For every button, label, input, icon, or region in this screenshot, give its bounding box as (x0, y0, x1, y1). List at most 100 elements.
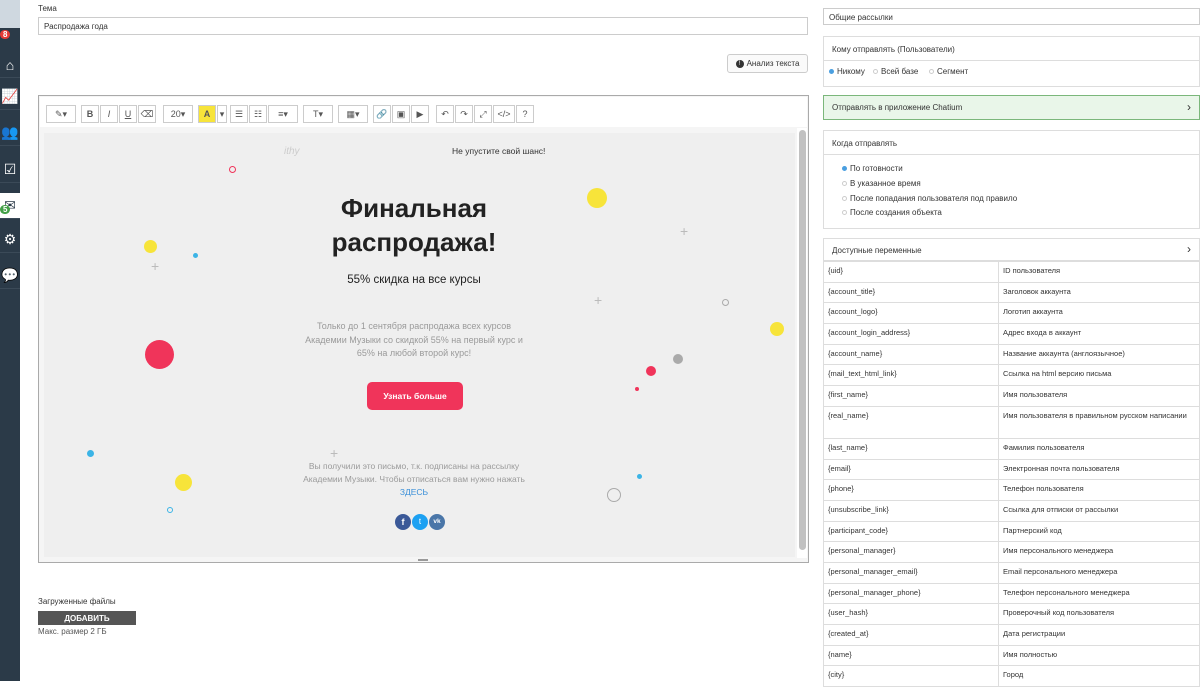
help-button[interactable]: ? (516, 105, 534, 123)
variable-description: Логотип аккаунта (998, 302, 1200, 325)
footer-line-2: Академии Музыки. Чтобы отписаться вам ну… (303, 474, 525, 484)
radio-icon (829, 69, 834, 75)
editor-scroll-thumb[interactable] (799, 130, 806, 550)
when-option-rule[interactable]: После попадания пользователя под правило (842, 194, 1017, 203)
variables-panel-header[interactable]: Доступные переменные › (823, 238, 1200, 261)
twitter-icon[interactable]: t (412, 514, 428, 530)
text-type-label: T (312, 109, 319, 119)
headline-line-2: распродажа! (331, 227, 497, 257)
recipient-option-label: Сегмент (937, 67, 969, 76)
when-option-label: В указанное время (850, 179, 921, 188)
variable-key: {mail_text_html_link} (823, 364, 999, 387)
variable-key: {created_at} (823, 624, 999, 646)
settings-icon[interactable]: ⚙ (0, 227, 20, 253)
editor-scrollbar[interactable] (797, 128, 807, 558)
users-icon[interactable]: 👥 (0, 120, 20, 146)
chatium-app-panel[interactable]: Отправлять в приложение Chatium › (823, 95, 1200, 120)
recipient-option-none[interactable]: Никому (829, 67, 865, 76)
variable-description: Телефон пользователя (998, 479, 1200, 501)
variables-title: Доступные переменные (832, 246, 922, 255)
footer-line-1: Вы получили это письмо, т.к. подписаны н… (308, 461, 520, 471)
decor-dot-red-large (145, 340, 174, 369)
radio-icon (873, 69, 878, 75)
decor-dot-yellow (175, 474, 192, 491)
variable-description: Телефон персонального менеджера (998, 582, 1200, 605)
analyze-text-button[interactable]: ! Анализ текста (727, 54, 808, 73)
variable-row: {account_title} Заголовок аккаунта (823, 281, 1200, 304)
radio-icon (842, 166, 847, 172)
when-option-time[interactable]: В указанное время (842, 179, 921, 188)
variable-key: {account_logo} (823, 302, 999, 325)
variable-description: Город (998, 665, 1200, 687)
chart-icon[interactable]: 📈 (0, 84, 20, 110)
font-size-select[interactable]: 20 ▾ (163, 105, 193, 123)
category-select-value: Общие рассылки (829, 13, 893, 22)
eraser-icon[interactable]: ⌫ (138, 105, 156, 123)
variable-key: {real_name} (823, 405, 999, 439)
image-icon[interactable]: ▣ (392, 105, 410, 123)
when-option-object[interactable]: После создания объекта (842, 208, 942, 217)
underline-button[interactable]: U (119, 105, 137, 123)
undo-icon[interactable]: ↶ (436, 105, 454, 123)
chatium-app-label: Отправлять в приложение Chatium (832, 103, 963, 112)
email-subheadline: 55% скидка на все курсы (347, 274, 481, 286)
decor-plus: + (330, 445, 339, 461)
redo-icon[interactable]: ↷ (455, 105, 473, 123)
home-icon[interactable]: ⌂ (0, 52, 20, 78)
recipient-option-label: Никому (837, 67, 865, 76)
variable-row: {account_logo} Логотип аккаунта (823, 302, 1200, 325)
highlight-dropdown-button[interactable]: ▾ (217, 105, 227, 123)
table-icon[interactable]: ▦▾ (338, 105, 368, 123)
chevron-right-icon: › (1187, 100, 1191, 114)
variable-row: {city} Город (823, 665, 1200, 687)
code-view-icon[interactable]: </> (493, 105, 515, 123)
email-editor[interactable]: ✎▾ B I U ⌫ 20 ▾ A ▾ ☰ ☷ ≡▾ T ▾ ▦▾ 🔗 ▣ ▶ ↶ … (38, 95, 809, 563)
variable-row: {last_name} Фамилия пользователя (823, 437, 1200, 460)
decor-dot-red-small (635, 387, 639, 391)
variable-row: {first_name} Имя пользователя (823, 385, 1200, 407)
subject-label: Тема (38, 4, 57, 13)
link-icon[interactable]: 🔗 (373, 105, 391, 123)
variable-description: Фамилия пользователя (998, 437, 1200, 460)
variable-description: Проверочный код пользователя (998, 603, 1200, 625)
variable-row: {participant_code} Партнерский код (823, 520, 1200, 543)
variable-row: {real_name} Имя пользователя в правильном… (823, 405, 1200, 439)
editor-resize-handle[interactable] (418, 559, 428, 561)
unsubscribe-link[interactable]: ЗДЕСЬ (244, 486, 584, 499)
bullet-list-icon[interactable]: ☰ (230, 105, 248, 123)
subject-input[interactable]: Распродажа года (38, 17, 808, 35)
bold-button[interactable]: B (81, 105, 99, 123)
recipient-option-segment[interactable]: Сегмент (929, 67, 968, 76)
radio-icon (842, 196, 847, 202)
add-file-button[interactable]: ДОБАВИТЬ (38, 611, 136, 625)
radio-icon (929, 69, 934, 75)
highlight-color-button[interactable]: A (198, 105, 216, 123)
italic-button[interactable]: I (100, 105, 118, 123)
facebook-icon[interactable]: f (395, 514, 411, 530)
variable-description: Название аккаунта (англоязычное) (998, 343, 1200, 366)
when-option-label: По готовности (850, 164, 903, 173)
avatar[interactable] (0, 0, 20, 28)
variable-key: {account_name} (823, 343, 999, 366)
variable-description: Адрес входа в аккаунт (998, 323, 1200, 345)
checkbox-icon[interactable]: ☑ (0, 157, 20, 183)
variable-key: {account_login_address} (823, 323, 999, 345)
text-type-button[interactable]: T ▾ (303, 105, 333, 123)
when-option-ready[interactable]: По готовности (842, 164, 903, 173)
variable-key: {city} (823, 665, 999, 687)
category-select[interactable]: Общие рассылки (823, 8, 1200, 25)
vk-icon[interactable]: vk (429, 514, 445, 530)
recipient-option-all[interactable]: Всей базе (873, 67, 918, 76)
email-preview[interactable]: + + + + ithy Не упустите свой шанс! Фина… (44, 133, 795, 557)
align-button[interactable]: ≡▾ (268, 105, 298, 123)
recipient-option-label: Всей базе (881, 67, 919, 76)
decor-ring-gray-large (607, 488, 621, 502)
chat-icon[interactable]: 💬 (0, 263, 20, 289)
fullscreen-icon[interactable]: ⤢ (474, 105, 492, 123)
variable-key: {personal_manager_phone} (823, 582, 999, 605)
video-icon[interactable]: ▶ (411, 105, 429, 123)
numbered-list-icon[interactable]: ☷ (249, 105, 267, 123)
cta-button[interactable]: Узнать больше (367, 382, 463, 410)
magic-wand-button[interactable]: ✎▾ (46, 105, 76, 123)
decor-dot-blue (87, 450, 94, 457)
